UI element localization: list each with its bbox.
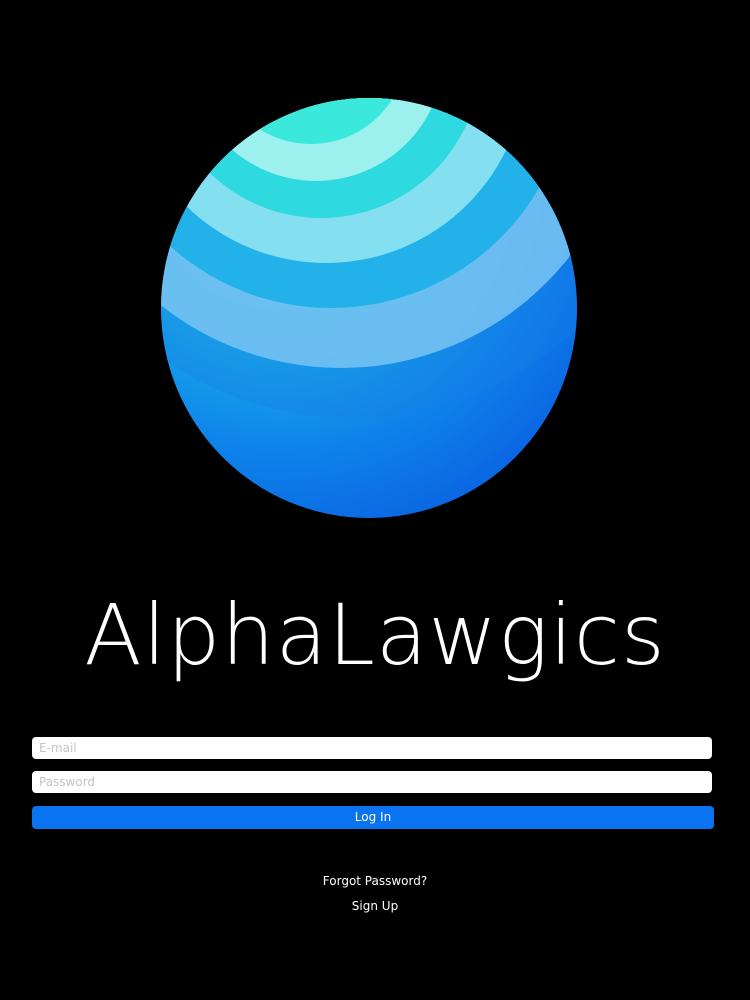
forgot-password-link[interactable]: Forgot Password? — [0, 872, 750, 890]
app-logo — [161, 98, 577, 518]
password-field[interactable] — [32, 771, 712, 793]
sign-up-link[interactable]: Sign Up — [0, 897, 750, 915]
app-title: AlphaLawgics — [84, 586, 666, 684]
login-button[interactable]: Log In — [32, 806, 714, 829]
sphere-logo-icon — [161, 98, 577, 518]
email-field[interactable] — [32, 737, 712, 759]
